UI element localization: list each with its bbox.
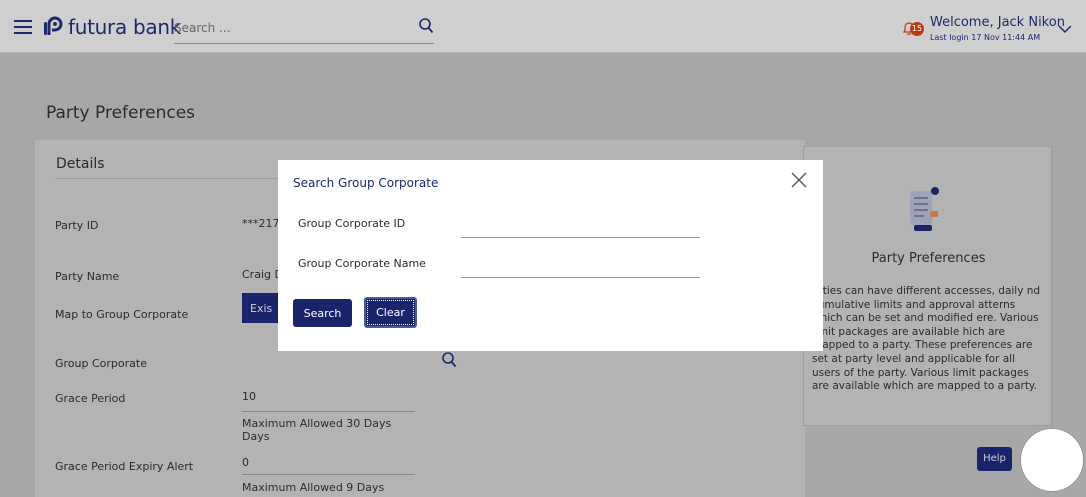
search-group-corporate-modal: Search Group Corporate Group Corporate I…	[278, 160, 823, 351]
group-corporate-id-label: Group Corporate ID	[298, 217, 406, 230]
search-icon[interactable]	[441, 351, 457, 369]
search-button[interactable]: Search	[293, 299, 352, 327]
group-corporate-id-input[interactable]	[461, 214, 700, 238]
grace-period-label: Grace Period	[55, 392, 126, 405]
party-name-value: Craig D	[242, 268, 283, 281]
info-panel: Party Preferences arties can have differ…	[803, 146, 1052, 426]
grace-expiry-hint: Maximum Allowed 9 Days	[242, 481, 385, 494]
map-group-corporate-label: Map to Group Corporate	[55, 308, 189, 321]
document-icon	[910, 187, 939, 231]
grace-period-hint: Maximum Allowed 30 Days Days	[242, 417, 392, 443]
top-bar: futura bank 15 Welcome, Jack Nikon Last …	[0, 0, 1086, 53]
chat-launcher[interactable]	[1020, 428, 1084, 492]
party-id-value: ***217	[242, 217, 280, 230]
global-search	[174, 14, 434, 44]
last-login-text: Last login 17 Nov 11:44 AM	[930, 33, 1041, 42]
grace-expiry-value[interactable]: 0	[242, 456, 249, 469]
page-title: Party Preferences	[46, 103, 196, 123]
group-corporate-label: Group Corporate	[55, 357, 147, 370]
modal-title: Search Group Corporate	[293, 176, 439, 190]
notification-badge[interactable]: 15	[910, 22, 924, 36]
chevron-down-icon[interactable]	[1058, 25, 1072, 34]
help-button[interactable]: Help	[977, 447, 1012, 471]
search-input[interactable]	[174, 14, 404, 42]
grace-expiry-label: Grace Period Expiry Alert	[55, 460, 194, 473]
search-icon[interactable]	[418, 17, 434, 35]
grace-period-underline	[242, 411, 415, 412]
group-corporate-name-input[interactable]	[461, 254, 700, 278]
futura-logo-icon	[44, 16, 63, 35]
welcome-text[interactable]: Welcome, Jack Nikon	[930, 15, 1065, 30]
close-icon[interactable]	[790, 171, 808, 189]
details-title: Details	[56, 156, 105, 172]
party-id-label: Party ID	[55, 219, 99, 232]
info-description: arties can have different accesses, dail…	[812, 285, 1041, 393]
group-corporate-name-label: Group Corporate Name	[298, 257, 426, 270]
hamburger-menu-icon[interactable]	[14, 20, 32, 34]
brand-logo[interactable]: futura bank	[42, 15, 181, 39]
party-name-label: Party Name	[55, 270, 120, 283]
grace-expiry-underline	[242, 474, 415, 475]
grace-period-value[interactable]: 10	[242, 390, 256, 403]
info-title: Party Preferences	[871, 251, 986, 266]
brand-name: futura bank	[68, 15, 181, 39]
clear-button[interactable]: Clear	[364, 297, 417, 328]
